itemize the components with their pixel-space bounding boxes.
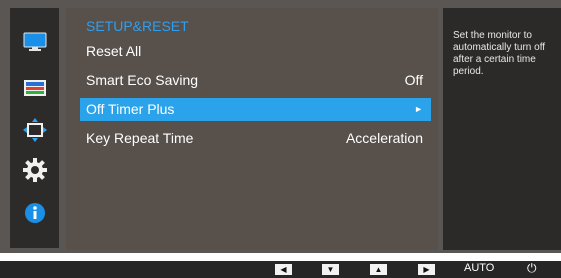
help-panel: Set the monitor to automatically turn of… — [443, 8, 561, 250]
menu-panel: SETUP&RESET Reset All Smart Eco Saving O… — [66, 8, 438, 250]
menu-title: SETUP&RESET — [86, 18, 189, 34]
information-icon[interactable] — [23, 201, 47, 225]
osd-frame: SETUP&RESET Reset All Smart Eco Saving O… — [0, 0, 561, 253]
down-arrow-icon[interactable]: ▼ — [322, 264, 339, 275]
menu-item-label: Off Timer Plus — [86, 101, 175, 117]
menu-item-label: Smart Eco Saving — [86, 72, 199, 88]
power-icon[interactable]: ⏻ — [527, 261, 537, 276]
menu-item-smart-eco-saving[interactable]: Smart Eco Saving Off — [80, 69, 431, 92]
menu-item-value: Off — [404, 72, 423, 88]
auto-button[interactable]: AUTO — [464, 262, 494, 274]
chevron-right-icon: ► — [414, 104, 423, 114]
menu-item-label: Reset All — [86, 43, 142, 59]
picture-icon[interactable] — [23, 30, 47, 54]
size-position-icon[interactable] — [23, 118, 47, 142]
osd-sidebar — [10, 8, 59, 248]
up-arrow-icon[interactable]: ▲ — [370, 264, 387, 275]
menu-item-label: Key Repeat Time — [86, 130, 194, 146]
left-arrow-icon[interactable]: ◀ — [275, 264, 292, 275]
menu-item-reset-all[interactable]: Reset All — [80, 40, 431, 63]
help-text: Set the monitor to automatically turn of… — [453, 30, 546, 77]
setup-reset-gear-icon[interactable] — [23, 158, 47, 182]
menu-item-off-timer-plus[interactable]: Off Timer Plus ► — [80, 98, 431, 121]
color-icon[interactable] — [23, 76, 47, 100]
menu-item-value: Acceleration — [345, 130, 423, 146]
menu-item-key-repeat-time[interactable]: Key Repeat Time Acceleration — [80, 127, 431, 150]
right-arrow-icon[interactable]: ▶ — [418, 264, 435, 275]
button-guide-bar: ◀ ▼ ▲ ▶ AUTO ⏻ — [0, 261, 561, 278]
